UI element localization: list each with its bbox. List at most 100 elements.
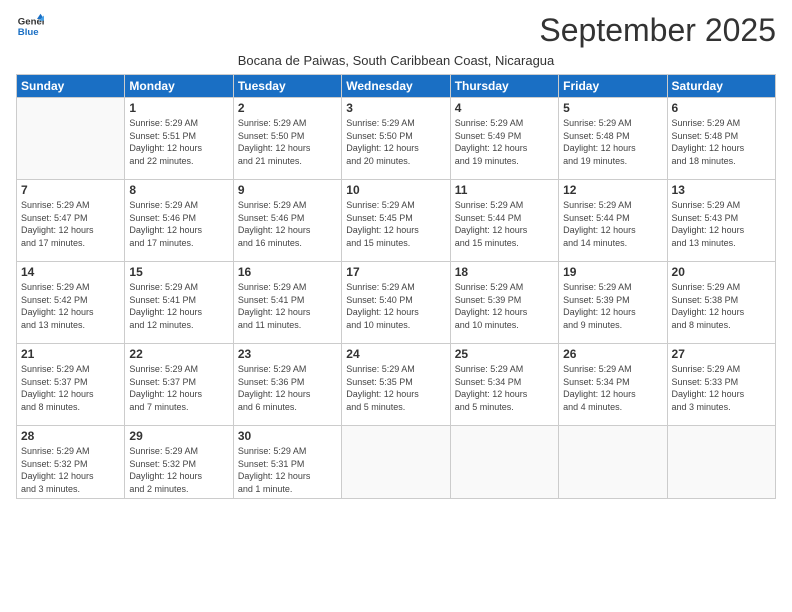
table-row (450, 426, 558, 499)
day-number: 10 (346, 183, 445, 197)
month-title: September 2025 (539, 12, 776, 49)
day-number: 24 (346, 347, 445, 361)
day-info: Sunrise: 5:29 AM Sunset: 5:34 PM Dayligh… (455, 363, 554, 413)
logo: General Blue (16, 12, 44, 40)
day-info: Sunrise: 5:29 AM Sunset: 5:37 PM Dayligh… (129, 363, 228, 413)
header-thursday: Thursday (450, 75, 558, 98)
table-row (667, 426, 775, 499)
day-info: Sunrise: 5:29 AM Sunset: 5:45 PM Dayligh… (346, 199, 445, 249)
day-number: 21 (21, 347, 120, 361)
day-info: Sunrise: 5:29 AM Sunset: 5:37 PM Dayligh… (21, 363, 120, 413)
table-row: 9Sunrise: 5:29 AM Sunset: 5:46 PM Daylig… (233, 180, 341, 262)
day-info: Sunrise: 5:29 AM Sunset: 5:47 PM Dayligh… (21, 199, 120, 249)
day-info: Sunrise: 5:29 AM Sunset: 5:41 PM Dayligh… (129, 281, 228, 331)
page: General Blue September 2025 Bocana de Pa… (0, 0, 792, 612)
table-row: 3Sunrise: 5:29 AM Sunset: 5:50 PM Daylig… (342, 98, 450, 180)
day-number: 9 (238, 183, 337, 197)
day-info: Sunrise: 5:29 AM Sunset: 5:38 PM Dayligh… (672, 281, 771, 331)
table-row: 18 Sunrise: 5:29 AM Sunset: 5:39 PM Dayli… (450, 262, 558, 344)
day-info: Sunrise: 5:29 AM Sunset: 5:48 PM Dayligh… (672, 117, 771, 167)
header-monday: Monday (125, 75, 233, 98)
logo-icon: General Blue (16, 12, 44, 40)
day-number: 27 (672, 347, 771, 361)
day-number: 28 (21, 429, 120, 443)
day-number: 2 (238, 101, 337, 115)
table-row: 2 Sunrise: 5:29 AM Sunset: 5:50 PM Daylig… (233, 98, 341, 180)
table-row: 5 Sunrise: 5:29 AM Sunset: 5:48 PM Daylig… (559, 98, 667, 180)
header: General Blue September 2025 (16, 12, 776, 49)
day-info: Sunrise: 5:29 AM Sunset: 5:32 PM Dayligh… (129, 445, 228, 495)
day-number: 17 (346, 265, 445, 279)
day-info: Sunrise: 5:29 AM Sunset: 5:40 PM Dayligh… (346, 281, 445, 331)
day-number: 19 (563, 265, 662, 279)
table-row (559, 426, 667, 499)
location-title: Bocana de Paiwas, South Caribbean Coast,… (16, 53, 776, 68)
header-tuesday: Tuesday (233, 75, 341, 98)
day-number: 30 (238, 429, 337, 443)
table-row: 15 Sunrise: 5:29 AM Sunset: 5:41 PM Dayli… (125, 262, 233, 344)
day-info: Sunrise: 5:29 AM Sunset: 5:50 PM Dayligh… (346, 117, 445, 167)
table-row: 17 Sunrise: 5:29 AM Sunset: 5:40 PM Dayli… (342, 262, 450, 344)
day-info: Sunrise: 5:29 AM Sunset: 5:42 PM Dayligh… (21, 281, 120, 331)
calendar-header-row: Sunday Monday Tuesday Wednesday Thursday… (17, 75, 776, 98)
day-number: 5 (563, 101, 662, 115)
day-number: 23 (238, 347, 337, 361)
day-number: 16 (238, 265, 337, 279)
table-row: 8 Sunrise: 5:29 AM Sunset: 5:46 PM Daylig… (125, 180, 233, 262)
table-row (17, 98, 125, 180)
table-row: 29 Sunrise: 5:29 AM Sunset: 5:32 PM Dayli… (125, 426, 233, 499)
header-friday: Friday (559, 75, 667, 98)
day-info: Sunrise: 5:29 AM Sunset: 5:44 PM Dayligh… (563, 199, 662, 249)
day-number: 7 (21, 183, 120, 197)
table-row: 19 Sunrise: 5:29 AM Sunset: 5:39 PM Dayli… (559, 262, 667, 344)
table-row: 4 Sunrise: 5:29 AM Sunset: 5:49 PM Daylig… (450, 98, 558, 180)
day-info: Sunrise: 5:29 AM Sunset: 5:49 PM Dayligh… (455, 117, 554, 167)
day-number: 11 (455, 183, 554, 197)
day-number: 13 (672, 183, 771, 197)
table-row (342, 426, 450, 499)
table-row: 6Sunrise: 5:29 AM Sunset: 5:48 PM Daylig… (667, 98, 775, 180)
table-row: 13 Sunrise: 5:29 AM Sunset: 5:43 PM Dayli… (667, 180, 775, 262)
day-info: Sunrise: 5:29 AM Sunset: 5:34 PM Dayligh… (563, 363, 662, 413)
day-number: 12 (563, 183, 662, 197)
table-row: 22Sunrise: 5:29 AM Sunset: 5:37 PM Dayli… (125, 344, 233, 426)
table-row: 24Sunrise: 5:29 AM Sunset: 5:35 PM Dayli… (342, 344, 450, 426)
table-row: 23 Sunrise: 5:29 AM Sunset: 5:36 PM Dayli… (233, 344, 341, 426)
day-info: Sunrise: 5:29 AM Sunset: 5:32 PM Dayligh… (21, 445, 120, 495)
day-number: 20 (672, 265, 771, 279)
table-row: 28 Sunrise: 5:29 AM Sunset: 5:32 PM Dayli… (17, 426, 125, 499)
day-info: Sunrise: 5:29 AM Sunset: 5:48 PM Dayligh… (563, 117, 662, 167)
day-info: Sunrise: 5:29 AM Sunset: 5:43 PM Dayligh… (672, 199, 771, 249)
day-info: Sunrise: 5:29 AM Sunset: 5:33 PM Dayligh… (672, 363, 771, 413)
table-row: 30 Sunrise: 5:29 AM Sunset: 5:31 PM Dayli… (233, 426, 341, 499)
calendar: Sunday Monday Tuesday Wednesday Thursday… (16, 74, 776, 499)
day-number: 29 (129, 429, 228, 443)
day-info: Sunrise: 5:29 AM Sunset: 5:39 PM Dayligh… (455, 281, 554, 331)
day-number: 1 (129, 101, 228, 115)
day-number: 18 (455, 265, 554, 279)
header-saturday: Saturday (667, 75, 775, 98)
day-number: 4 (455, 101, 554, 115)
table-row: 27 Sunrise: 5:29 AM Sunset: 5:33 PM Dayli… (667, 344, 775, 426)
day-info: Sunrise: 5:29 AM Sunset: 5:44 PM Dayligh… (455, 199, 554, 249)
header-sunday: Sunday (17, 75, 125, 98)
table-row: 14Sunrise: 5:29 AM Sunset: 5:42 PM Dayli… (17, 262, 125, 344)
table-row: 12 Sunrise: 5:29 AM Sunset: 5:44 PM Dayli… (559, 180, 667, 262)
table-row: 11 Sunrise: 5:29 AM Sunset: 5:44 PM Dayli… (450, 180, 558, 262)
day-number: 26 (563, 347, 662, 361)
table-row: 26 Sunrise: 5:29 AM Sunset: 5:34 PM Dayli… (559, 344, 667, 426)
day-info: Sunrise: 5:29 AM Sunset: 5:51 PM Dayligh… (129, 117, 228, 167)
svg-text:Blue: Blue (18, 27, 39, 38)
day-number: 8 (129, 183, 228, 197)
day-info: Sunrise: 5:29 AM Sunset: 5:36 PM Dayligh… (238, 363, 337, 413)
day-number: 15 (129, 265, 228, 279)
table-row: 20 Sunrise: 5:29 AM Sunset: 5:38 PM Dayli… (667, 262, 775, 344)
day-number: 25 (455, 347, 554, 361)
day-info: Sunrise: 5:29 AM Sunset: 5:50 PM Dayligh… (238, 117, 337, 167)
day-info: Sunrise: 5:29 AM Sunset: 5:31 PM Dayligh… (238, 445, 337, 495)
day-info: Sunrise: 5:29 AM Sunset: 5:46 PM Dayligh… (129, 199, 228, 249)
day-info: Sunrise: 5:29 AM Sunset: 5:39 PM Dayligh… (563, 281, 662, 331)
table-row: 10 Sunrise: 5:29 AM Sunset: 5:45 PM Dayli… (342, 180, 450, 262)
day-info: Sunrise: 5:29 AM Sunset: 5:41 PM Dayligh… (238, 281, 337, 331)
table-row: 25 Sunrise: 5:29 AM Sunset: 5:34 PM Dayli… (450, 344, 558, 426)
